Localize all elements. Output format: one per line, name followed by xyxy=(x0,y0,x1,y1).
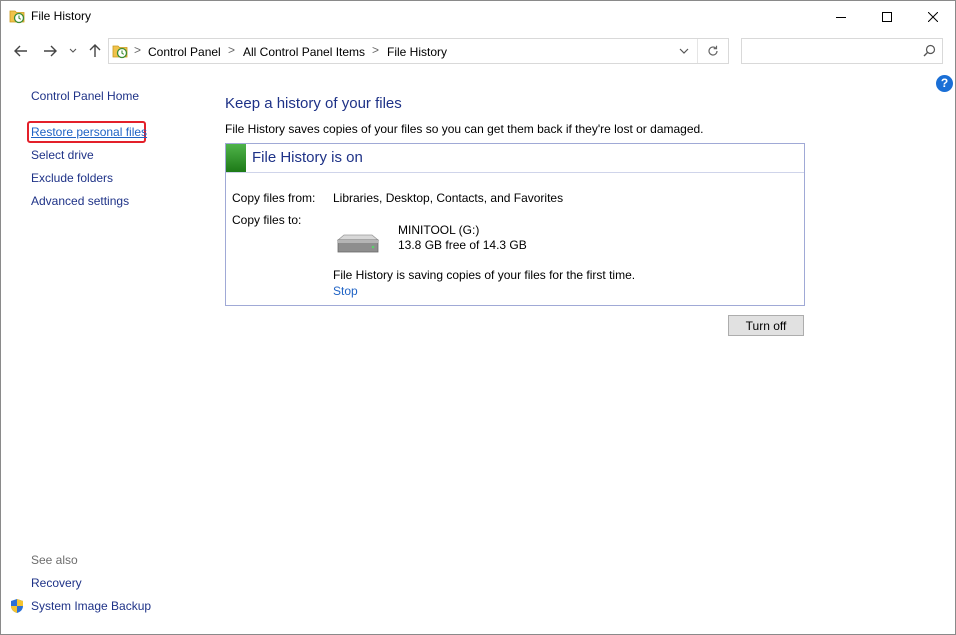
close-button[interactable] xyxy=(910,1,956,32)
recovery-link[interactable]: Recovery xyxy=(31,576,82,590)
copy-from-value: Libraries, Desktop, Contacts, and Favori… xyxy=(333,191,564,205)
saving-status-text: File History is saving copies of your fi… xyxy=(333,268,636,282)
status-panel: File History is on Copy files from: Libr… xyxy=(225,143,805,306)
minimize-icon xyxy=(836,16,846,18)
file-history-icon xyxy=(9,8,25,24)
chevron-down-icon xyxy=(69,48,77,53)
status-indicator xyxy=(226,144,246,172)
breadcrumb-file-history[interactable]: File History xyxy=(387,45,447,59)
breadcrumb-separator: > xyxy=(134,43,142,57)
file-history-icon xyxy=(112,43,128,59)
file-history-window: File History > Control Panel > All Contr… xyxy=(0,0,956,635)
arrow-left-icon xyxy=(14,45,27,57)
refresh-icon xyxy=(708,45,718,56)
status-header: File History is on xyxy=(226,144,804,173)
breadcrumb-separator: > xyxy=(372,43,380,57)
search-icon xyxy=(923,44,936,60)
status-title: File History is on xyxy=(252,149,363,166)
window-title: File History xyxy=(31,9,92,23)
back-button[interactable] xyxy=(12,41,30,61)
page-title: Keep a history of your files xyxy=(225,95,402,112)
maximize-button[interactable] xyxy=(864,1,910,32)
title-bar: File History xyxy=(1,1,955,32)
advanced-settings-link[interactable]: Advanced settings xyxy=(31,194,129,208)
up-button[interactable] xyxy=(86,41,104,61)
control-panel-home-link[interactable]: Control Panel Home xyxy=(31,89,139,103)
address-bar[interactable]: > Control Panel > All Control Panel Item… xyxy=(108,38,729,64)
system-image-backup-link[interactable]: System Image Backup xyxy=(31,599,151,613)
copy-to-label: Copy files to: xyxy=(232,213,302,227)
select-drive-link[interactable]: Select drive xyxy=(31,148,94,162)
arrow-up-icon xyxy=(89,44,101,57)
restore-personal-files-link[interactable]: Restore personal files xyxy=(31,125,147,139)
copy-from-label: Copy files from: xyxy=(232,191,316,205)
chevron-down-icon xyxy=(679,48,689,54)
exclude-folders-link[interactable]: Exclude folders xyxy=(31,171,113,185)
drive-icon xyxy=(334,234,380,256)
arrow-right-icon xyxy=(44,45,57,57)
drive-free-space: 13.8 GB free of 14.3 GB xyxy=(398,238,527,252)
turn-off-button[interactable]: Turn off xyxy=(728,315,804,336)
close-icon xyxy=(928,11,938,22)
search-input[interactable] xyxy=(741,38,943,64)
help-button[interactable]: ? xyxy=(936,75,953,92)
stop-link[interactable]: Stop xyxy=(333,284,358,298)
maximize-icon xyxy=(882,11,892,22)
drive-name: MINITOOL (G:) xyxy=(398,223,480,237)
breadcrumb-separator: > xyxy=(228,43,236,57)
refresh-button[interactable] xyxy=(699,39,727,63)
page-description: File History saves copies of your files … xyxy=(225,122,704,136)
address-dropdown-button[interactable] xyxy=(671,39,698,63)
forward-button[interactable] xyxy=(41,41,59,61)
recent-locations-button[interactable] xyxy=(67,41,79,61)
minimize-button[interactable] xyxy=(818,1,864,32)
breadcrumb-all-items[interactable]: All Control Panel Items xyxy=(243,45,365,59)
see-also-heading: See also xyxy=(31,553,78,567)
shield-icon xyxy=(9,598,25,614)
breadcrumb-control-panel[interactable]: Control Panel xyxy=(148,45,221,59)
